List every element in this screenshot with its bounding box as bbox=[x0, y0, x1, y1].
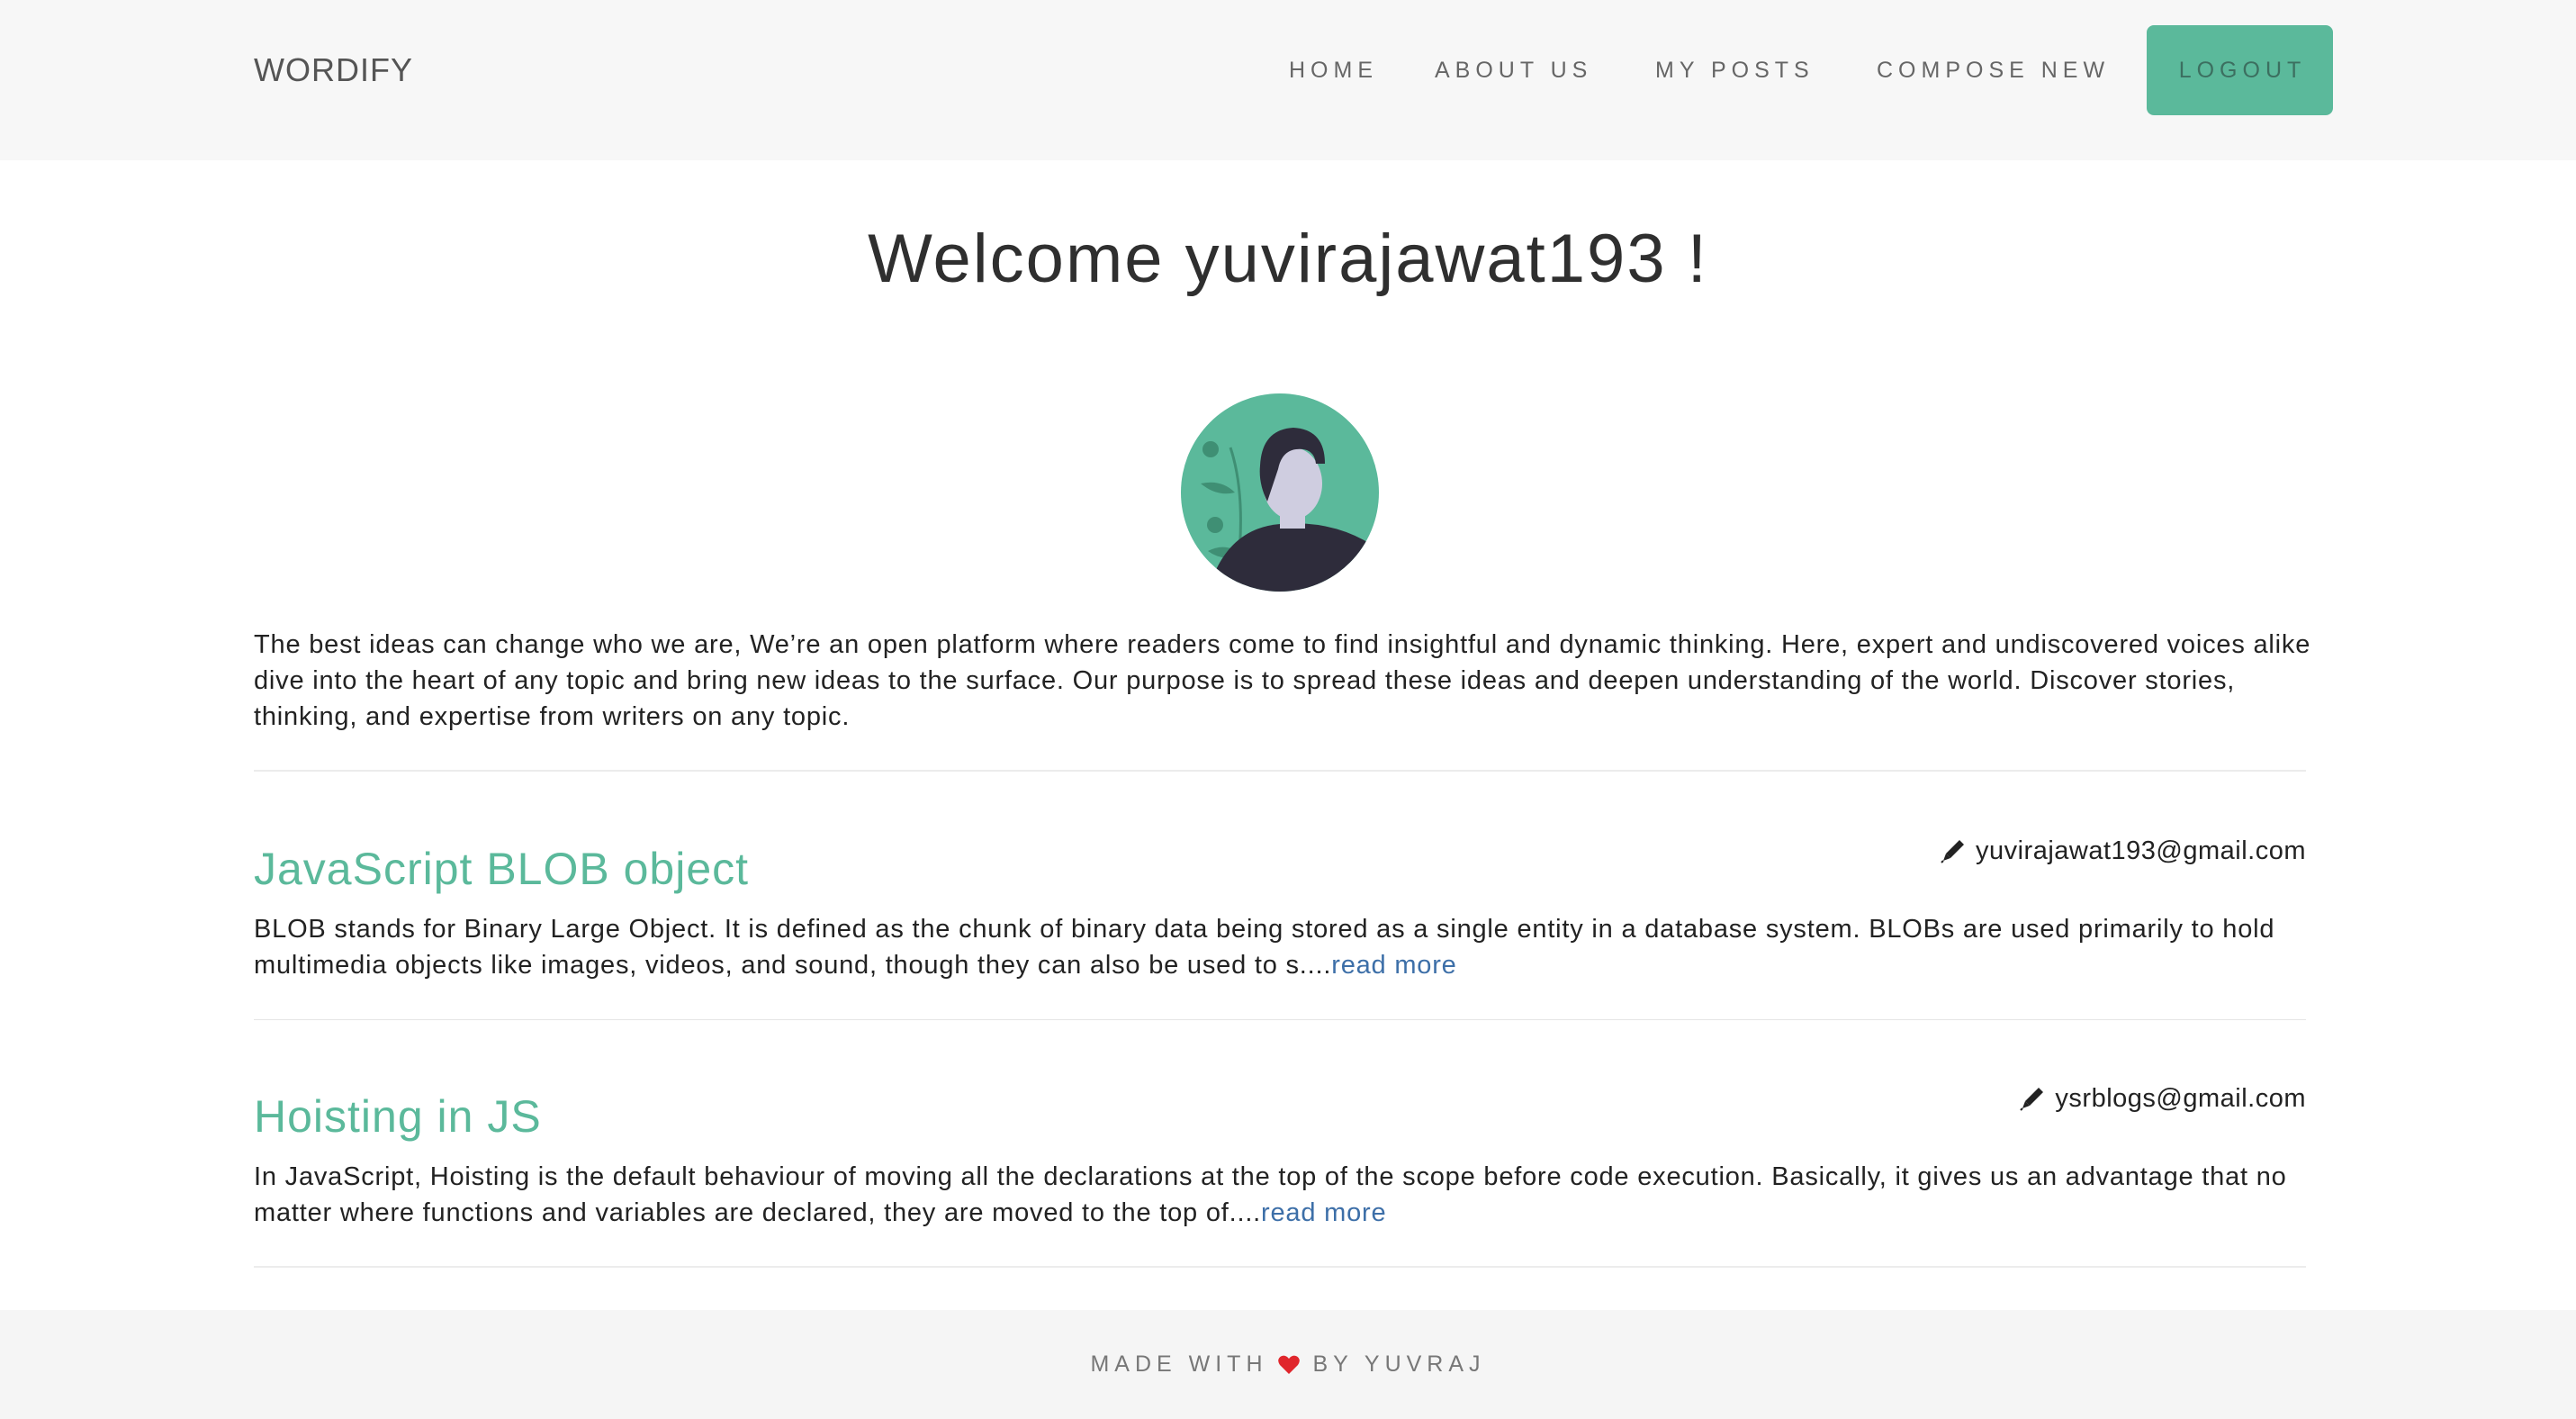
nav-my-posts[interactable]: MY POSTS bbox=[1655, 54, 1815, 86]
navbar: WORDIFY HOME ABOUT US MY POSTS COMPOSE N… bbox=[0, 0, 2576, 160]
page-title: Welcome yuvirajawat193 ! bbox=[868, 221, 1708, 297]
post-title-link[interactable]: JavaScript BLOB object bbox=[254, 841, 749, 897]
post-author-email: yuvirajawat193@gmail.com bbox=[1975, 836, 2306, 865]
footer-prefix: MADE WITH bbox=[1090, 1351, 1268, 1377]
logout-button[interactable]: LOGOUT bbox=[2147, 25, 2333, 115]
post-author: yuvirajawat193@gmail.com bbox=[1940, 833, 2306, 869]
intro-text: The best ideas can change who we are, We… bbox=[254, 630, 2311, 731]
post-excerpt-text: BLOB stands for Binary Large Object. It … bbox=[254, 915, 2275, 980]
pen-icon bbox=[1940, 837, 1967, 864]
post-author-email: ysrblogs@gmail.com bbox=[2055, 1084, 2306, 1113]
read-more-link[interactable]: read more bbox=[1261, 1198, 1386, 1227]
read-more-link[interactable]: read more bbox=[1331, 951, 1456, 980]
footer-suffix: BY YUVRAJ bbox=[1312, 1351, 1486, 1377]
post-title-link[interactable]: Hoisting in JS bbox=[254, 1089, 542, 1144]
divider bbox=[254, 1266, 2306, 1268]
footer: MADE WITH BY YUVRAJ bbox=[0, 1310, 2576, 1419]
divider bbox=[254, 770, 2306, 772]
nav-compose-new[interactable]: COMPOSE NEW bbox=[1877, 54, 2110, 86]
logout-label: LOGOUT bbox=[2178, 57, 2307, 83]
heart-icon bbox=[1277, 1354, 1301, 1376]
post-excerpt: BLOB stands for Binary Large Object. It … bbox=[254, 911, 2324, 983]
post-author: ysrblogs@gmail.com bbox=[2019, 1080, 2306, 1116]
post-excerpt: In JavaScript, Hoisting is the default b… bbox=[254, 1159, 2324, 1231]
brand-logo[interactable]: WORDIFY bbox=[254, 50, 413, 90]
pen-icon bbox=[2019, 1085, 2046, 1112]
nav-home[interactable]: HOME bbox=[1289, 54, 1378, 86]
divider bbox=[254, 1019, 2306, 1020]
user-avatar-icon bbox=[1181, 393, 1379, 592]
nav-about-us[interactable]: ABOUT US bbox=[1435, 54, 1592, 86]
